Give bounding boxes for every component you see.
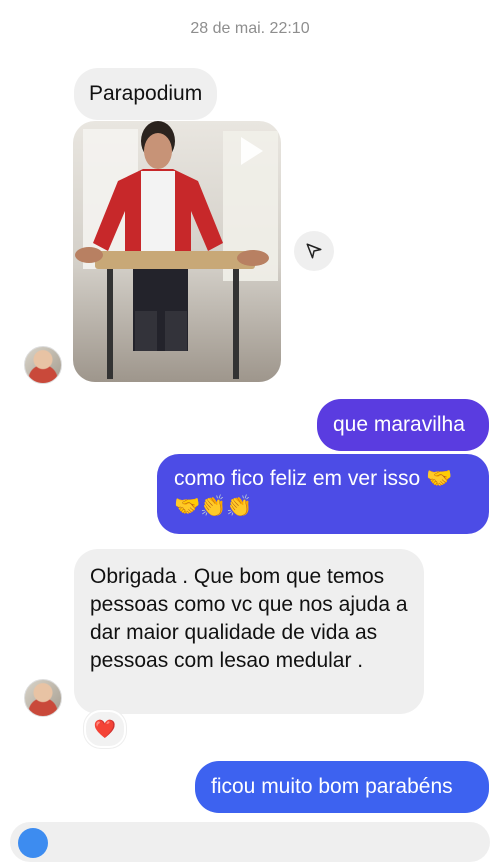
outgoing-message[interactable]: ficou muito bom parabéns bbox=[195, 761, 489, 813]
message-text: ficou muito bom parabéns bbox=[211, 775, 453, 798]
avatar[interactable] bbox=[24, 346, 62, 384]
heart-icon: ❤️ bbox=[93, 718, 117, 740]
reaction-badge[interactable]: ❤️ bbox=[84, 710, 126, 748]
message-text-line: como fico feliz em ver isso 🤝 bbox=[174, 467, 453, 490]
share-button[interactable] bbox=[294, 231, 334, 271]
message-text: Obrigada . Que bom que temos pessoas com… bbox=[90, 565, 408, 672]
incoming-message-parapodium[interactable]: Parapodium bbox=[74, 68, 218, 120]
message-text: que maravilha bbox=[333, 413, 465, 436]
paper-plane-icon bbox=[306, 243, 322, 259]
avatar[interactable] bbox=[24, 679, 62, 717]
message-composer[interactable] bbox=[10, 822, 490, 862]
message-text-line: 🤝👏👏 bbox=[174, 495, 253, 518]
outgoing-message[interactable]: como fico feliz em ver isso 🤝 🤝👏👏 bbox=[157, 454, 489, 534]
camera-icon[interactable] bbox=[18, 828, 48, 858]
message-timestamp: 28 de mai. 22:10 bbox=[190, 20, 310, 37]
message-text: Parapodium bbox=[89, 82, 203, 105]
incoming-message[interactable]: Obrigada . Que bom que temos pessoas com… bbox=[74, 549, 424, 714]
video-thumbnail-image bbox=[75, 121, 278, 379]
outgoing-message[interactable]: que maravilha bbox=[317, 399, 489, 451]
video-message[interactable] bbox=[73, 121, 281, 382]
